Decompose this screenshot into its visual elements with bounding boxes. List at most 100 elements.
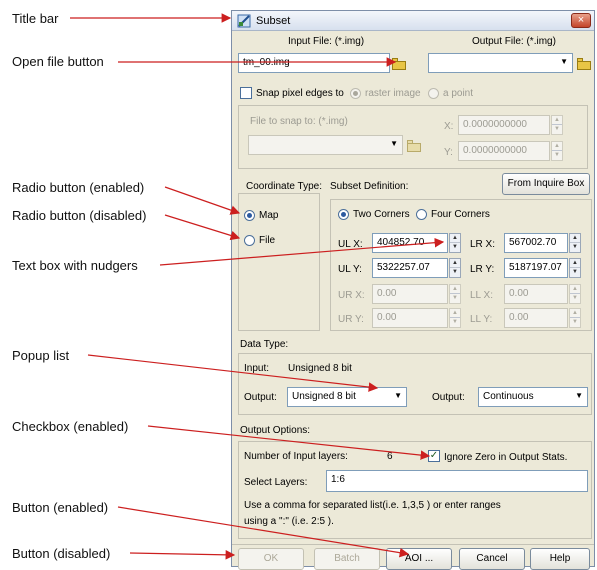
a-point-radio[interactable] [428,88,439,99]
lrx-nudger[interactable]: ▲ ▼ [569,233,581,253]
urx-nudger[interactable]: ▲ ▼ [449,284,461,304]
ignore-zero-checkbox[interactable]: ✓ [428,450,440,462]
nudge-down-icon: ▼ [554,152,560,158]
ury-nudger[interactable]: ▲ ▼ [449,308,461,328]
file-to-snap-combo[interactable]: ▼ [248,135,403,155]
urx-field[interactable]: 0.00 [372,284,448,304]
nudge-up-icon: ▲ [552,116,562,125]
two-corners-radio[interactable] [338,209,349,220]
close-button[interactable]: × [571,13,591,28]
snap-x-nudger[interactable]: ▲ ▼ [551,115,563,135]
title-bar[interactable]: Subset × [232,11,594,31]
subset-dialog: Subset × Input File: (*.img) Output File… [231,10,595,570]
nudge-down-icon: ▼ [452,295,458,301]
uly-label: UL Y: [338,264,362,275]
annotation-button-disabled: Button (disabled) [12,546,111,561]
chevron-down-icon: ▼ [390,139,398,148]
snap-y-label: Y: [444,147,453,158]
lry-label: LR Y: [470,264,495,275]
annotation-textbox-nudgers: Text box with nudgers [12,258,138,273]
uly-field[interactable]: 5322257.07 [372,258,448,278]
file-to-snap-label: File to snap to: (*.img) [250,116,348,127]
output-options-label: Output Options: [240,425,311,436]
nudge-down-icon: ▼ [572,269,578,275]
lry-nudger[interactable]: ▲ ▼ [569,258,581,278]
annotation-button-enabled: Button (enabled) [12,500,109,515]
ulx-label: UL X: [338,239,363,250]
input-file-field[interactable]: tm_00.img [238,53,390,73]
nudge-down-icon: ▼ [572,295,578,301]
arrow-radio-enabled [164,186,241,215]
snap-label: Snap pixel edges to [256,88,344,99]
output-mode-popup[interactable]: Continuous ▼ [478,387,588,407]
map-radio[interactable] [244,210,255,221]
ury-field[interactable]: 0.00 [372,308,448,328]
lry-field[interactable]: 5187197.07 [504,258,568,278]
file-radio[interactable] [244,235,255,246]
snap-x-field[interactable]: 0.0000000000 [458,115,550,135]
nudge-down-icon: ▼ [572,319,578,325]
lrx-field[interactable]: 567002.70 [504,233,568,253]
output-file-label: Output File: (*.img) [472,36,556,47]
raster-image-label: raster image [365,88,421,99]
nudge-up-icon: ▲ [552,142,562,151]
help-line-1: Use a comma for separated list(i.e. 1,3,… [244,500,501,511]
output-open-file-button[interactable] [576,57,592,70]
input-open-file-button[interactable] [391,57,407,70]
llx-field[interactable]: 0.00 [504,284,568,304]
data-type-label: Data Type: [240,339,289,350]
nudge-down-icon: ▼ [452,319,458,325]
nudge-down-icon: ▼ [452,244,458,250]
snap-x-label: X: [444,121,454,132]
ury-label: UR Y: [338,314,364,325]
raster-image-radio[interactable] [350,88,361,99]
input-file-label: Input File: (*.img) [288,36,365,47]
annotation-popup-list: Popup list [12,348,70,363]
lly-field[interactable]: 0.00 [504,308,568,328]
lly-nudger[interactable]: ▲ ▼ [569,308,581,328]
num-layers-value: 6 [387,451,393,462]
batch-button[interactable]: Batch [314,548,380,570]
nudge-up-icon: ▲ [570,309,580,318]
ulx-field[interactable]: 404852.70 [372,233,448,253]
input-type-label: Input: [244,363,270,374]
annotation-title-bar: Title bar [12,11,59,26]
snap-open-file-button[interactable] [406,139,422,152]
chevron-down-icon: ▼ [575,391,583,400]
file-label: File [259,235,276,246]
num-layers-label: Number of Input layers: [244,451,348,462]
chevron-down-icon: ▼ [394,391,402,400]
select-layers-field[interactable]: 1:6 [326,470,588,492]
uly-nudger[interactable]: ▲ ▼ [449,258,461,278]
nudge-up-icon: ▲ [570,285,580,294]
nudge-down-icon: ▼ [554,126,560,132]
coordinate-type-label: Coordinate Type: [246,181,322,192]
nudge-up-icon: ▲ [570,234,580,243]
output-type-popup[interactable]: Unsigned 8 bit ▼ [287,387,407,407]
two-corners-label: Two Corners [353,209,410,220]
chevron-down-icon: ▼ [560,57,568,66]
close-icon: × [577,14,585,26]
llx-nudger[interactable]: ▲ ▼ [569,284,581,304]
four-corners-radio[interactable] [416,209,427,220]
nudge-up-icon: ▲ [450,309,460,318]
snap-y-field[interactable]: 0.0000000000 [458,141,550,161]
annotation-checkbox-enabled: Checkbox (enabled) [12,419,129,434]
ulx-nudger[interactable]: ▲ ▼ [449,233,461,253]
aoi-button[interactable]: AOI ... [386,548,452,570]
snap-checkbox[interactable] [240,87,252,99]
subset-definition-label: Subset Definition: [330,181,409,192]
ok-button[interactable]: OK [238,548,304,570]
dialog-title: Subset [256,15,291,27]
checkmark-icon: ✓ [429,450,439,461]
urx-label: UR X: [338,290,365,301]
help-button[interactable]: Help [530,548,590,570]
nudge-down-icon: ▼ [452,269,458,275]
from-inquire-box-button[interactable]: From Inquire Box [502,173,590,195]
select-layers-label: Select Layers: [244,477,308,488]
cancel-button[interactable]: Cancel [459,548,525,570]
snap-y-nudger[interactable]: ▲ ▼ [551,141,563,161]
annotation-open-file-button: Open file button [12,54,104,69]
output-file-combo[interactable]: ▼ [428,53,573,73]
lly-label: LL Y: [470,314,493,325]
